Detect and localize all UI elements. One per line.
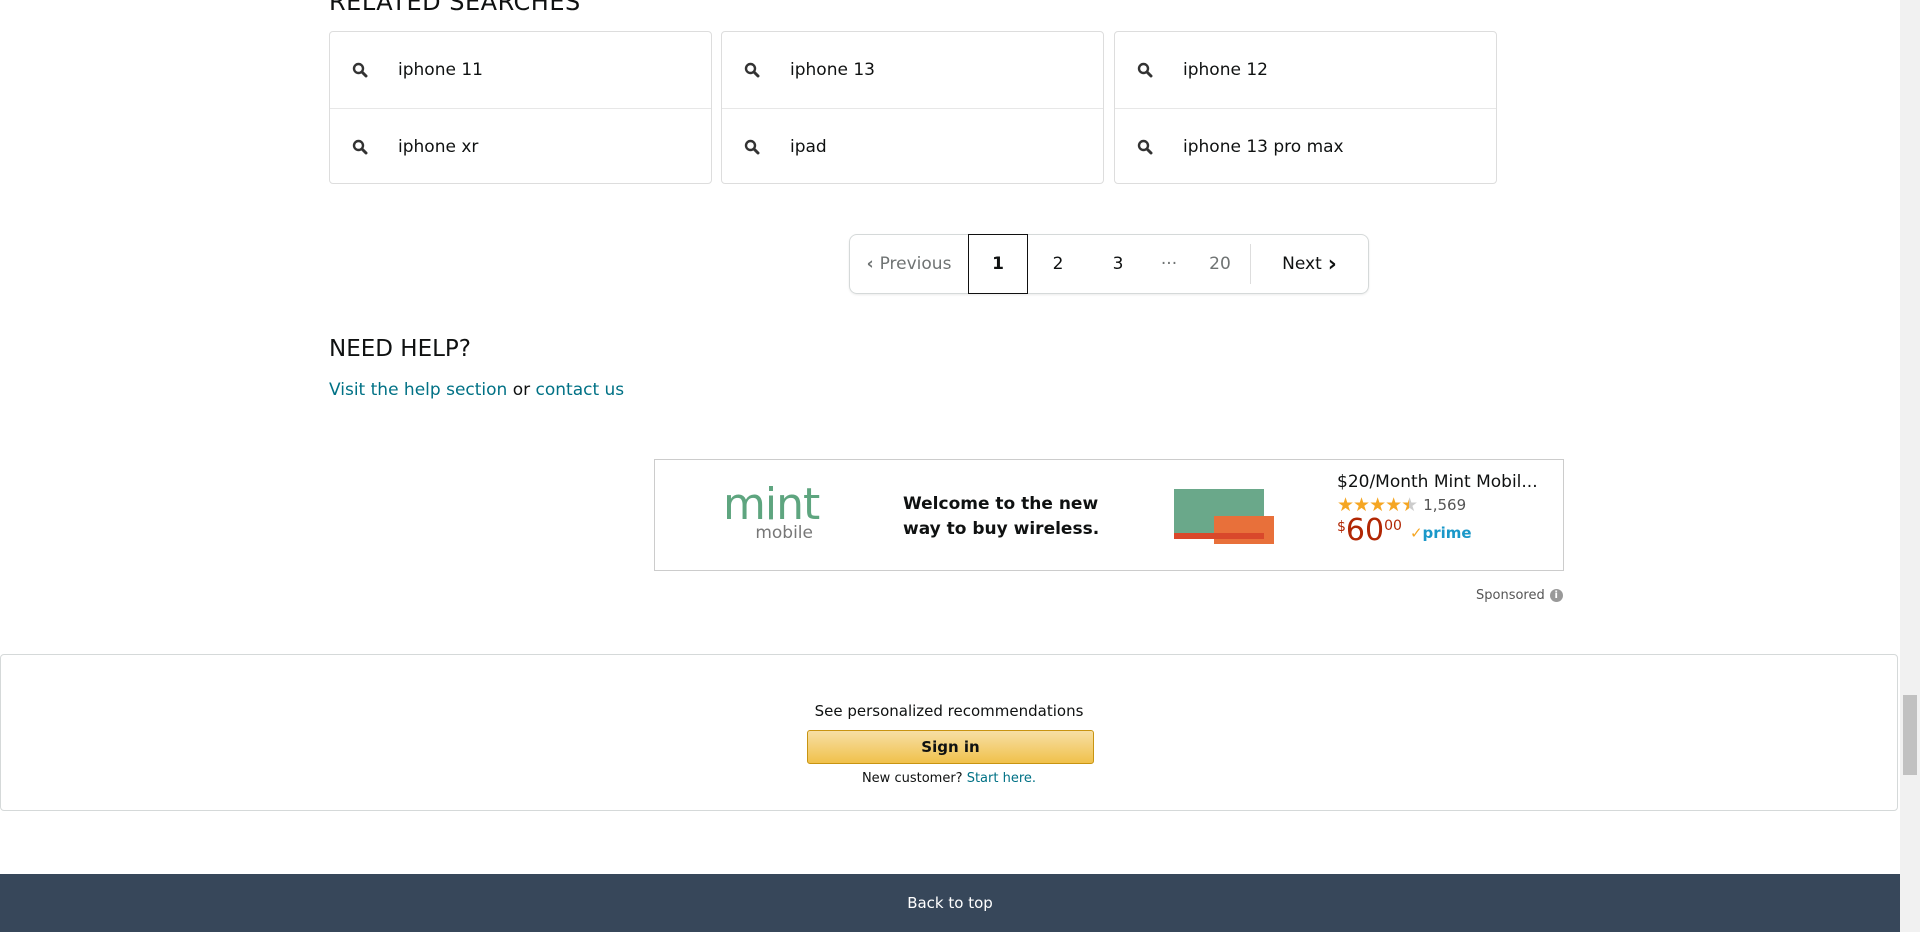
- pagination: ‹ Previous 1 2 3 ··· 20 Next ›: [849, 234, 1369, 294]
- search-icon: [1115, 62, 1183, 78]
- recommendations-text: See personalized recommendations: [814, 702, 1084, 720]
- related-searches-column: iphone 12 iphone 13 pro max: [1114, 31, 1497, 184]
- chevron-right-icon: ›: [1327, 251, 1337, 277]
- new-customer-text: New customer? Start here.: [1, 771, 1897, 786]
- personalized-recommendations-box: See personalized recommendations Sign in…: [0, 654, 1898, 811]
- ad-tagline-2: way to buy wireless.: [903, 519, 1100, 539]
- help-text: Visit the help section or contact us: [329, 380, 624, 400]
- related-searches-title: RELATED SEARCHES: [329, 0, 581, 16]
- price-whole: 60: [1345, 513, 1385, 548]
- pagination-ellipsis: ···: [1160, 254, 1178, 274]
- prime-badge: prime: [1422, 524, 1472, 542]
- related-search-item[interactable]: iphone 13 pro max: [1115, 108, 1496, 184]
- contact-us-link[interactable]: contact us: [536, 380, 625, 400]
- search-icon: [330, 139, 398, 155]
- ad-product-image: [1174, 489, 1282, 545]
- search-icon: [722, 62, 790, 78]
- scrollbar-thumb[interactable]: [1903, 695, 1917, 775]
- related-search-item[interactable]: iphone 12: [1115, 32, 1496, 108]
- price-fraction: 00: [1384, 518, 1402, 534]
- page-1-current[interactable]: 1: [968, 234, 1028, 294]
- related-search-item[interactable]: iphone 11: [330, 32, 711, 108]
- related-search-label: iphone 13 pro max: [1183, 136, 1344, 157]
- mint-mobile-logo: mint mobile: [723, 479, 820, 543]
- related-search-label: iphone 11: [398, 60, 483, 80]
- search-icon: [1115, 139, 1183, 155]
- related-searches-column: iphone 13 ipad: [721, 31, 1104, 184]
- review-count: 1,569: [1423, 496, 1467, 514]
- price-symbol: $: [1337, 519, 1346, 535]
- related-search-label: iphone 12: [1183, 60, 1268, 80]
- sponsored-label[interactable]: Sponsored i: [1476, 588, 1563, 603]
- search-icon: [330, 62, 398, 78]
- sponsored-text: Sponsored: [1476, 588, 1545, 603]
- start-here-link[interactable]: Start here.: [967, 771, 1036, 786]
- next-button[interactable]: Next ›: [1251, 235, 1368, 293]
- help-section-link[interactable]: Visit the help section: [329, 380, 507, 400]
- related-search-item[interactable]: ipad: [722, 108, 1103, 184]
- page-20[interactable]: 20: [1190, 235, 1250, 293]
- back-to-top-button[interactable]: Back to top: [0, 874, 1900, 932]
- or-text: or: [507, 380, 536, 400]
- prime-check-icon: ✓: [1409, 524, 1423, 542]
- next-label: Next: [1282, 254, 1322, 274]
- related-search-item[interactable]: iphone xr: [330, 108, 711, 184]
- previous-label: Previous: [879, 254, 952, 274]
- related-search-label: ipad: [790, 136, 827, 157]
- previous-button[interactable]: ‹ Previous: [850, 235, 968, 293]
- ad-product-title[interactable]: $20/Month Mint Mobil...: [1337, 472, 1538, 492]
- need-help-title: NEED HELP?: [329, 336, 472, 362]
- related-search-item[interactable]: iphone 13: [722, 32, 1103, 108]
- sign-in-button[interactable]: Sign in: [807, 730, 1094, 764]
- info-icon: i: [1549, 589, 1563, 602]
- related-search-label: iphone 13: [790, 60, 875, 80]
- new-customer-label: New customer?: [861, 771, 967, 786]
- page-2[interactable]: 2: [1028, 235, 1088, 293]
- related-search-label: iphone xr: [398, 136, 479, 157]
- sponsored-ad-banner[interactable]: mint mobile Welcome to the new way to bu…: [654, 459, 1564, 571]
- scrollbar[interactable]: [1900, 0, 1920, 932]
- chevron-left-icon: ‹: [866, 254, 874, 274]
- ad-tagline-1: Welcome to the new: [903, 494, 1099, 514]
- search-icon: [722, 139, 790, 155]
- page-3[interactable]: 3: [1088, 235, 1148, 293]
- related-searches-column: iphone 11 iphone xr: [329, 31, 712, 184]
